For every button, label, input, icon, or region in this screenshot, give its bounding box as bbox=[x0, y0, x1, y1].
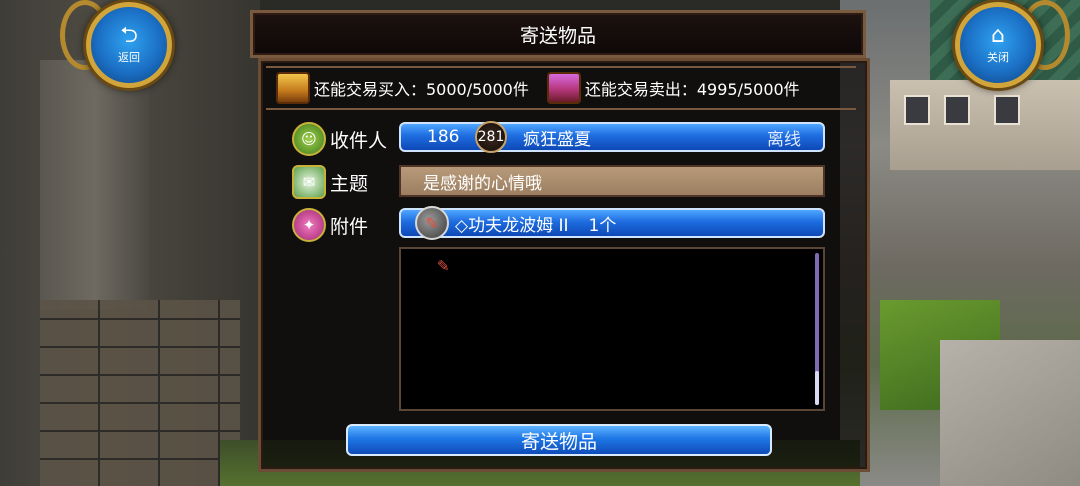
trade-limits-bar: 还能交易买入：5000/5000件 还能交易卖出：4995/5000件 bbox=[266, 66, 856, 110]
stone-pillar bbox=[40, 60, 150, 310]
message-body[interactable]: ✎ bbox=[399, 247, 825, 411]
home-icon: ⌂ bbox=[991, 23, 1005, 48]
trade-buy-text: 还能交易买入：5000/5000件 bbox=[314, 80, 529, 99]
subject-input[interactable]: 是感谢的心情哦 bbox=[399, 165, 825, 197]
page-title: 寄送物品 bbox=[250, 10, 866, 58]
user-icon: ☺ bbox=[292, 122, 326, 156]
stone-steps bbox=[940, 340, 1080, 486]
subject-row-label: ✉ 主题 bbox=[292, 165, 368, 199]
trade-sell-text: 还能交易卖出：4995/5000件 bbox=[584, 80, 800, 99]
brick-wall bbox=[40, 300, 240, 486]
recipient-field[interactable]: 186 281 疯狂盛夏 离线 bbox=[399, 121, 825, 153]
recipient-name: 疯狂盛夏 bbox=[523, 129, 591, 150]
attachment-count: 1个 bbox=[588, 215, 617, 236]
house-window bbox=[944, 95, 970, 125]
back-button[interactable]: ⮌ 返回 bbox=[86, 2, 172, 88]
subject-label: 主题 bbox=[330, 172, 369, 195]
gift-chest-icon bbox=[546, 72, 581, 104]
close-button[interactable]: ⌂ 关闭 bbox=[955, 2, 1041, 88]
house-window bbox=[904, 95, 930, 125]
recipient-row-label: ☺ 收件人 bbox=[292, 122, 387, 156]
recipient-label: 收件人 bbox=[330, 129, 388, 152]
attachment-label: 附件 bbox=[330, 215, 369, 238]
close-label: 关闭 bbox=[987, 51, 1009, 64]
item-thumbnail-icon: ✎ bbox=[437, 257, 450, 275]
trade-buy-limit: 还能交易买入：5000/5000件 bbox=[276, 72, 529, 104]
back-arrow-icon: ⮌ bbox=[120, 23, 138, 48]
gift-icon: ✦ bbox=[292, 208, 326, 242]
attachment-name: ◇功夫龙波姆 II bbox=[455, 215, 569, 236]
recipient-level: 186 bbox=[427, 127, 460, 147]
house-facade bbox=[890, 80, 1080, 170]
trade-sell-limit: 还能交易卖出：4995/5000件 bbox=[546, 72, 800, 104]
item-icon: ✎ bbox=[415, 206, 449, 240]
attachment-row-label: ✦ 附件 bbox=[292, 208, 368, 242]
treasure-chest-icon bbox=[276, 72, 310, 104]
recipient-badge: 281 bbox=[475, 121, 507, 153]
send-button[interactable]: 寄送物品 bbox=[346, 424, 772, 456]
recipient-status: 离线 bbox=[767, 129, 801, 150]
back-label: 返回 bbox=[118, 51, 140, 64]
attachment-field[interactable]: ✎ ◇功夫龙波姆 II 1个 bbox=[399, 206, 825, 240]
house-window bbox=[994, 95, 1020, 125]
envelope-icon: ✉ bbox=[292, 165, 326, 199]
scrollbar-thumb[interactable] bbox=[815, 371, 819, 405]
